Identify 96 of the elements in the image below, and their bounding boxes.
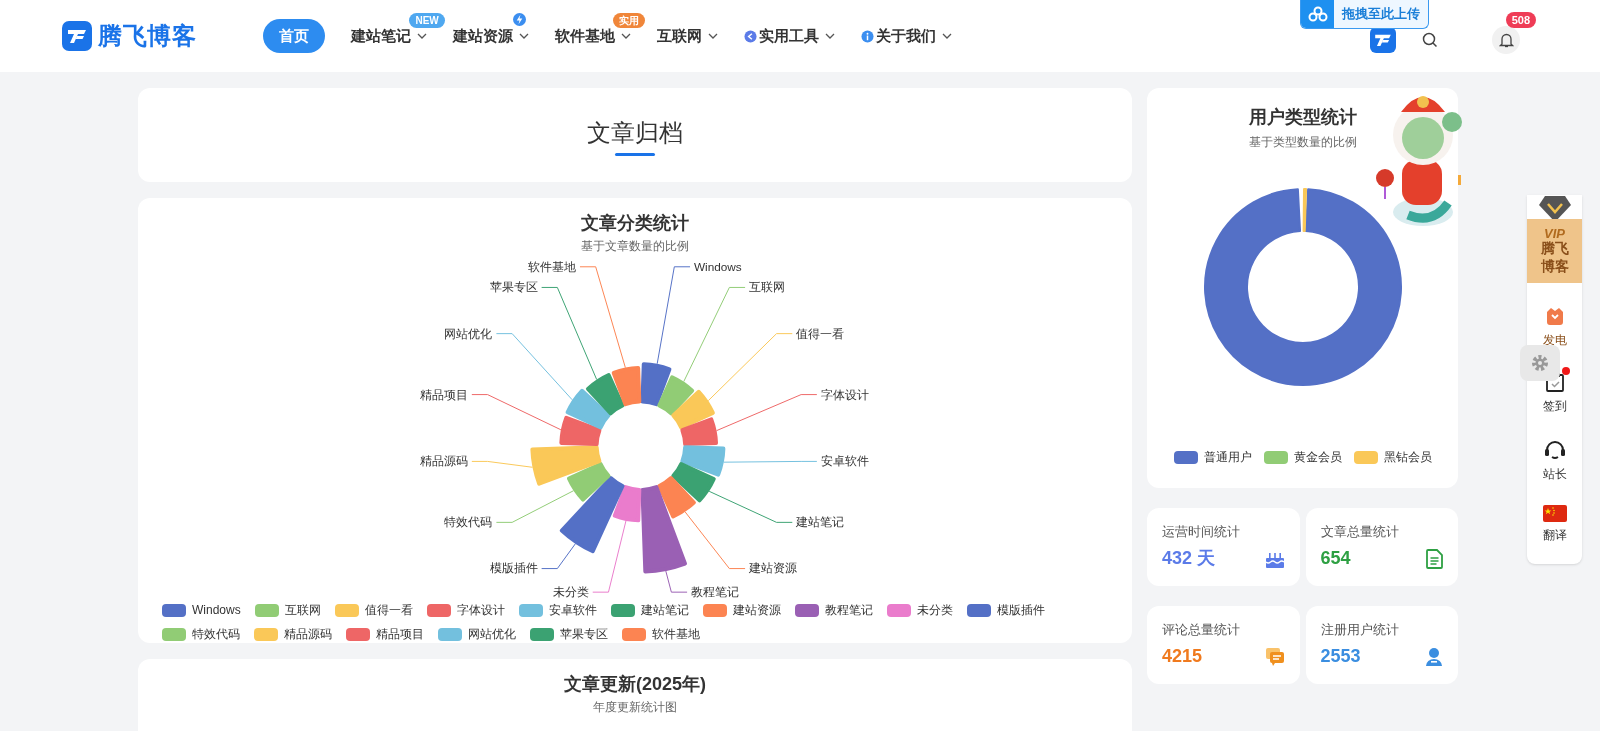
notification-button[interactable]: [1492, 26, 1520, 54]
logo-icon: [62, 21, 92, 51]
toolbar-label: 翻译: [1542, 527, 1567, 544]
toolbar-item[interactable]: 发电: [1542, 305, 1567, 349]
legend-label[interactable]: 教程笔记: [824, 601, 873, 619]
slice-label: 网站优化: [444, 326, 493, 340]
chart-subtitle: 基于文章数量的比例: [581, 238, 689, 255]
slice-label: 模版插件: [489, 561, 538, 575]
legend-label[interactable]: 特效代码: [192, 625, 240, 643]
toolbar-label: 站长: [1542, 466, 1567, 483]
leader-line: [541, 543, 576, 570]
nav-link[interactable]: 建站笔记: [351, 24, 412, 48]
settings-icon: [1531, 354, 1549, 372]
stat-label: 文章总量统计: [1320, 522, 1400, 541]
toolbar-label: 签到: [1542, 398, 1567, 415]
toolbar-item[interactable]: 站长: [1542, 437, 1567, 483]
rose-slice: [671, 389, 715, 430]
legend-label[interactable]: 模版插件: [996, 601, 1045, 619]
legend-label[interactable]: 精品项目: [376, 625, 424, 643]
logo-icon: [1370, 27, 1396, 53]
settings-button[interactable]: [1520, 345, 1560, 381]
stat-value: 2553: [1320, 645, 1361, 669]
stat-label: 注册用户统计: [1320, 620, 1400, 639]
slice-label: 苹果专区: [489, 280, 538, 294]
nav-link[interactable]: 互联网: [657, 24, 703, 48]
rose-slice: [680, 445, 726, 477]
vip-badge[interactable]: VIP 腾飞 博客: [1527, 219, 1582, 283]
stat-label: 评论总量统计: [1162, 620, 1241, 639]
rose-slice: [585, 373, 625, 416]
nav-link[interactable]: 实用工具: [759, 24, 820, 48]
toolbar-item[interactable]: 翻译: [1542, 505, 1567, 544]
info-icon: [861, 29, 875, 43]
user-icon: [1425, 646, 1443, 667]
nav-link[interactable]: 软件基地: [555, 24, 616, 48]
nav-link[interactable]: 建站资源: [453, 24, 514, 48]
upload-drop-zone[interactable]: 拖拽至此上传: [1300, 0, 1429, 29]
chart-subtitle: 年度更新统计图: [593, 699, 677, 716]
legend-label[interactable]: 互联网: [284, 601, 321, 619]
nav-link[interactable]: 关于我们: [876, 24, 937, 48]
legend-label[interactable]: 苹果专区: [560, 625, 608, 643]
slice-label: 建站笔记: [796, 515, 845, 529]
document-icon: [1426, 548, 1443, 569]
legend-label[interactable]: 建站笔记: [640, 601, 689, 619]
slice-label: 互联网: [749, 280, 785, 294]
slice-label: 建站资源: [749, 561, 797, 575]
slice-label: 安卓软件: [820, 454, 869, 468]
slice-label: 精品源码: [419, 454, 468, 468]
slice-label: 精品项目: [419, 387, 468, 401]
slice-label: 软件基地: [528, 259, 576, 273]
cloud-icon: [1307, 6, 1328, 22]
search-icon[interactable]: [1422, 32, 1438, 48]
chart-title: 用户类型统计: [1248, 106, 1357, 129]
slice-label: 特效代码: [444, 515, 493, 529]
legend-label[interactable]: 软件基地: [652, 625, 700, 643]
legend-label[interactable]: 黑钻会员: [1383, 448, 1432, 466]
chart-title: 文章更新(2025年): [564, 673, 706, 696]
logo-text[interactable]: 腾飞博客: [98, 18, 197, 54]
legend-label[interactable]: 值得一看: [364, 601, 413, 619]
nav-badge: NEW: [409, 12, 445, 28]
stat-value: 654: [1320, 547, 1351, 571]
legend-label[interactable]: 普通用户: [1203, 448, 1252, 466]
bell-icon: [1498, 32, 1514, 48]
legend-label[interactable]: 黄金会员: [1293, 448, 1342, 466]
legend-label[interactable]: 网站优化: [468, 625, 516, 643]
chart-subtitle: 基于类型数量的比例: [1248, 134, 1357, 151]
rose-slice: [640, 362, 672, 407]
slice-label: 未分类: [552, 585, 589, 599]
vip-name: 腾飞: [1540, 240, 1569, 258]
toolbar-label: 发电: [1542, 332, 1567, 349]
chat-icon: [1264, 646, 1285, 667]
rose-slice: [657, 375, 695, 416]
legend-label[interactable]: 安卓软件: [548, 601, 597, 619]
stat-value: 432 天: [1162, 547, 1216, 571]
leader-line: [471, 460, 533, 468]
stat-label: 运营时间统计: [1162, 522, 1241, 541]
legend-label[interactable]: 字体设计: [456, 601, 505, 619]
legend-label[interactable]: 精品源码: [284, 625, 332, 643]
legend-label[interactable]: 建站资源: [732, 601, 781, 619]
rose-slice: [680, 417, 718, 447]
slice-label: 字体设计: [820, 387, 869, 401]
slice-label: Windows: [694, 259, 742, 273]
nav-badge: 实用: [613, 12, 646, 28]
page-title: 文章归档: [587, 117, 683, 148]
upload-label: 拖拽至此上传: [1340, 5, 1421, 24]
chart-title: 文章分类统计: [581, 212, 689, 235]
slice-label: 教程笔记: [691, 585, 740, 599]
slice-label: 值得一看: [796, 326, 845, 340]
vip-text: VIP: [1544, 227, 1565, 240]
legend-label[interactable]: Windows: [192, 601, 241, 619]
tool-icon: [744, 29, 758, 43]
stat-value: 4215: [1162, 645, 1203, 669]
vip-name: 博客: [1540, 257, 1569, 275]
legend-label[interactable]: 未分类: [916, 601, 953, 619]
flag-icon: [1542, 505, 1567, 522]
title-underline: [615, 152, 655, 156]
notification-count: 508: [1505, 12, 1536, 28]
